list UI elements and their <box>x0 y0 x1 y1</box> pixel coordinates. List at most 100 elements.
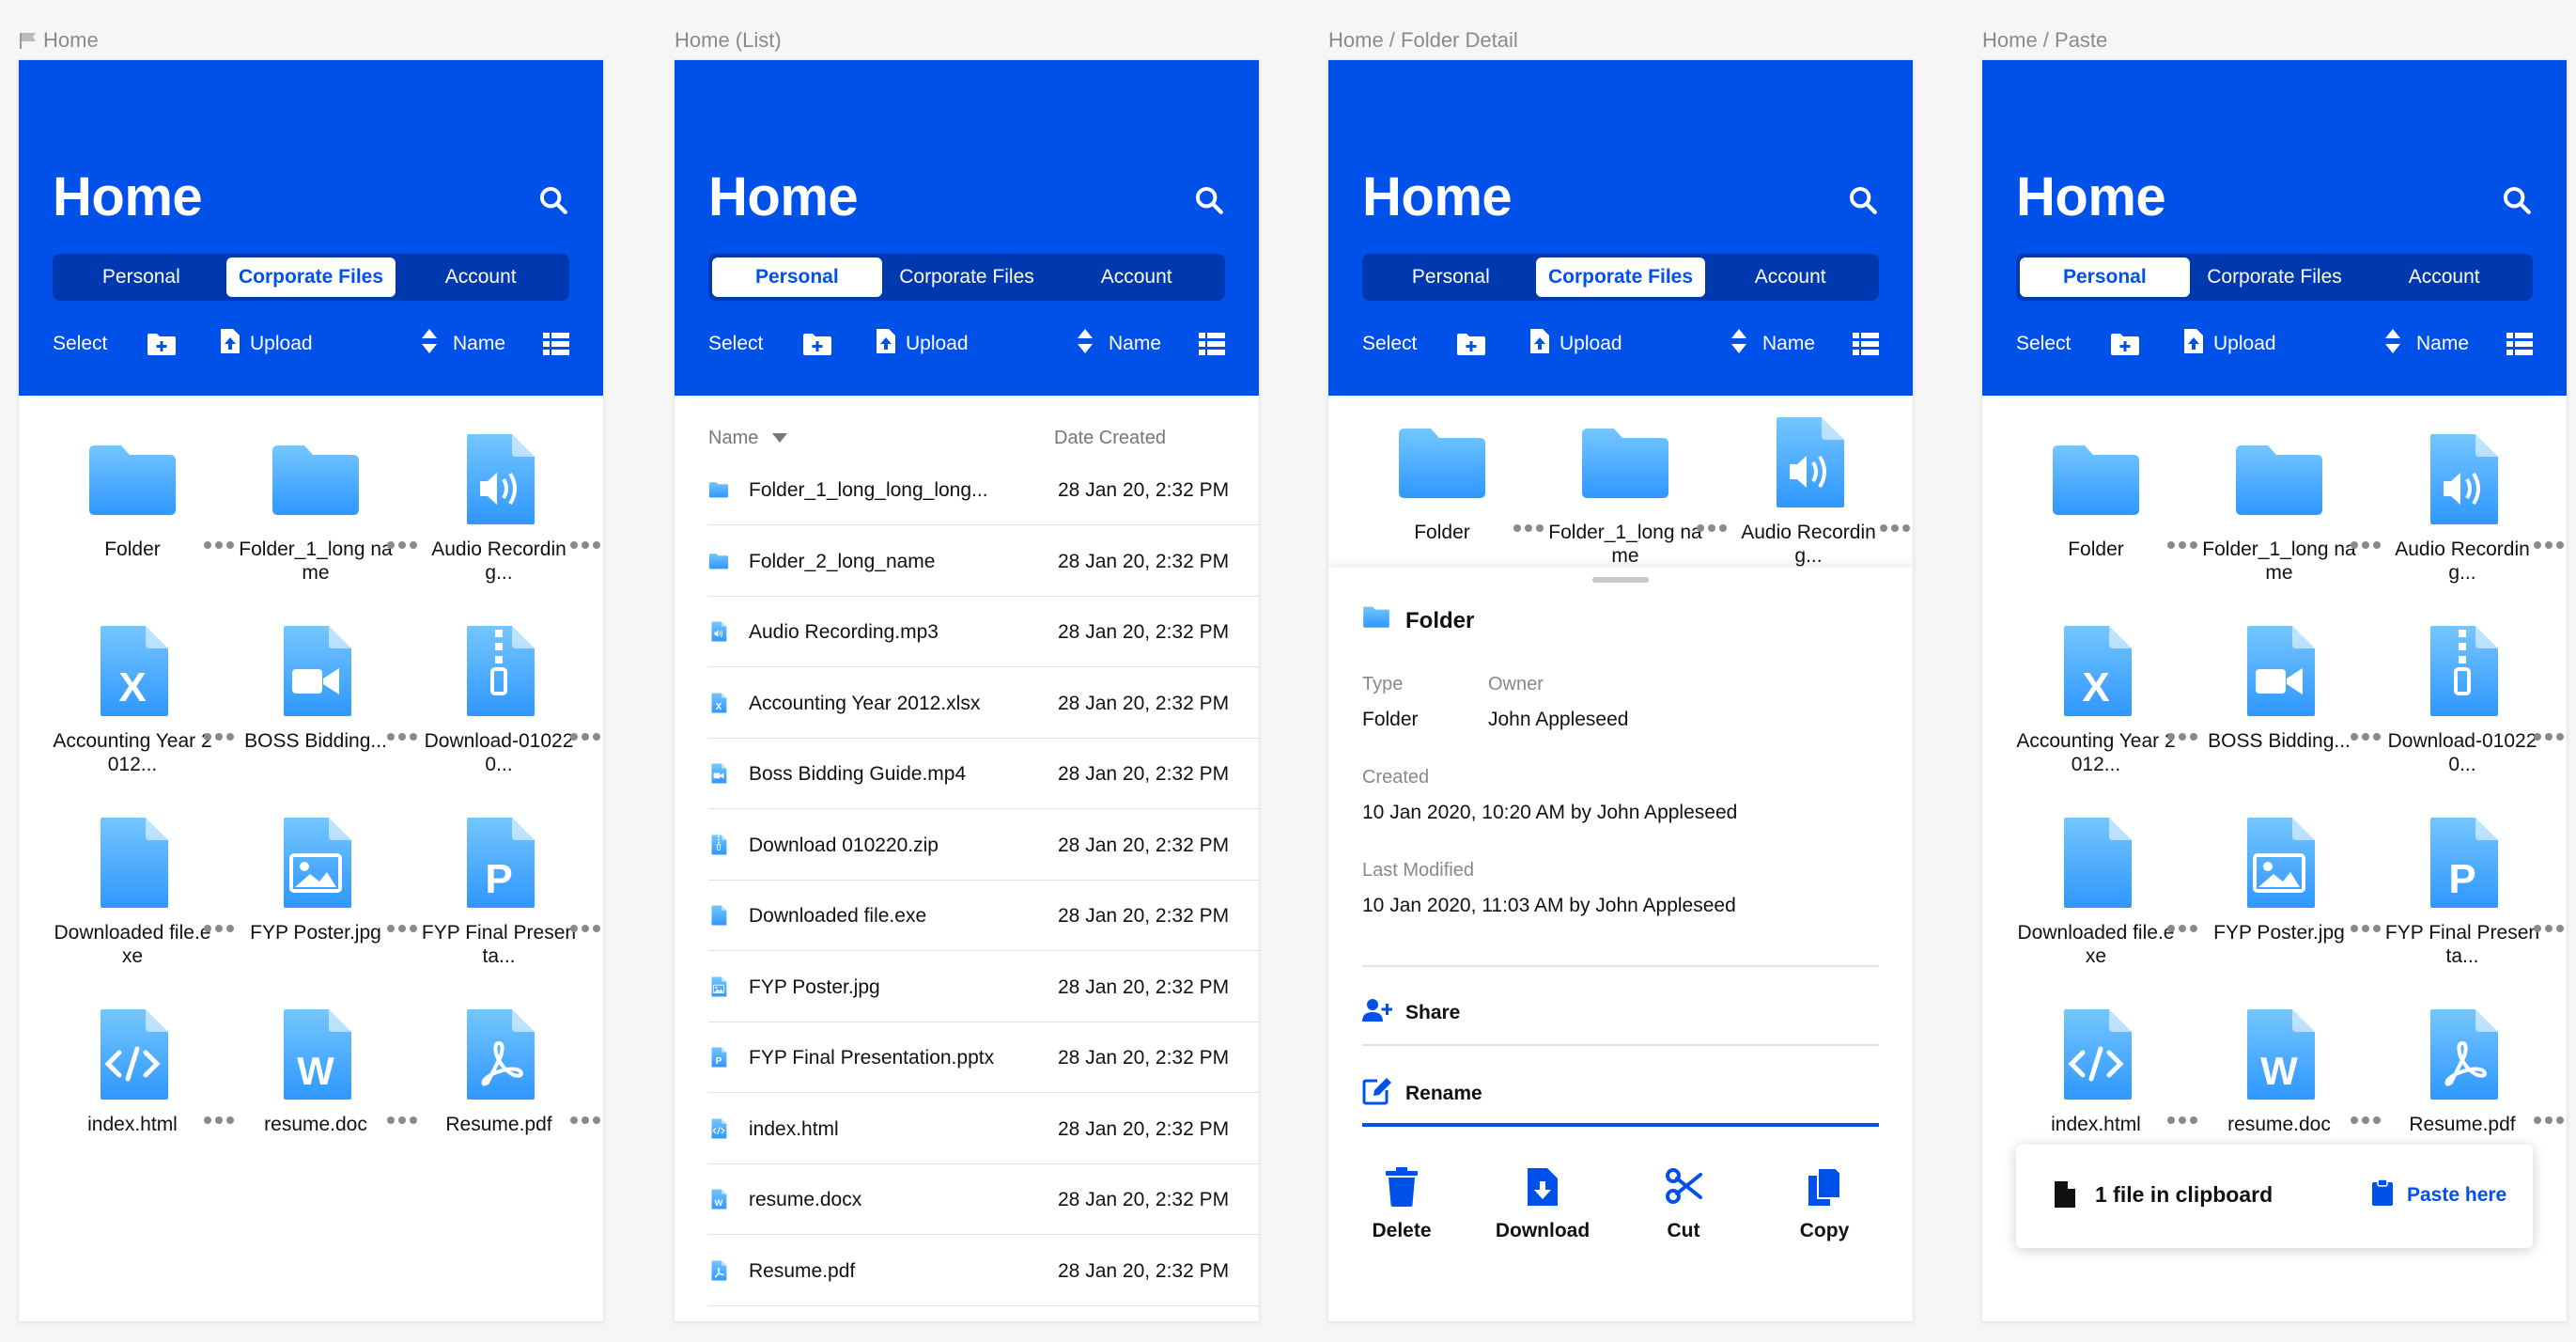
list-item[interactable]: Audio Recording.mp3 28 Jan 20, 2:32 PM <box>708 597 1259 667</box>
list-item[interactable]: P FYP Final Presentation.pptx 28 Jan 20, 2… <box>708 1022 1259 1093</box>
tab-corporate-files[interactable]: Corporate Files <box>225 257 396 297</box>
file-tile[interactable]: BOSS Bidding... <box>226 624 417 812</box>
more-icon[interactable] <box>569 538 603 561</box>
file-tile[interactable]: Download-010220... <box>410 624 600 812</box>
search-icon[interactable] <box>1847 184 1879 216</box>
tab-corporate-files[interactable]: Corporate Files <box>1535 257 1706 297</box>
list-item[interactable]: Folder_2_long_name 28 Jan 20, 2:32 PM <box>708 526 1259 597</box>
list-item[interactable]: Boss Bidding Guide.mp4 28 Jan 20, 2:32 PM <box>708 739 1259 809</box>
tab-personal[interactable]: Personal <box>56 257 226 297</box>
file-tile[interactable]: X Accounting Year 2012... <box>2007 624 2197 812</box>
file-tile[interactable]: BOSS Bidding... <box>2190 624 2381 812</box>
copy-button[interactable]: Copy <box>1768 1154 1881 1242</box>
cut-button[interactable]: Cut <box>1627 1154 1740 1242</box>
rename-button[interactable]: Rename <box>1362 1077 1482 1111</box>
file-tile[interactable]: FYP Poster.jpg <box>2190 816 2381 1004</box>
list-view-icon[interactable] <box>2506 325 2533 363</box>
upload-button[interactable]: Upload <box>2183 325 2276 363</box>
folder-plus-icon[interactable] <box>147 325 177 363</box>
select-button[interactable]: Select <box>2016 325 2071 363</box>
file-name: index.html <box>2051 1114 2141 1135</box>
sort-button[interactable]: Name <box>1077 325 1161 363</box>
list-item[interactable]: Folder_1_long_long_long... 28 Jan 20, 2:3… <box>708 455 1259 525</box>
folder-plus-icon[interactable] <box>2110 325 2140 363</box>
file-tile[interactable]: Folder <box>2007 432 2197 620</box>
tab-account[interactable]: Account <box>2359 257 2529 297</box>
search-icon[interactable] <box>537 184 569 216</box>
list-view-icon[interactable] <box>543 325 569 363</box>
sort-by-name[interactable]: Name <box>708 428 788 449</box>
upload-button[interactable]: Upload <box>220 325 313 363</box>
file-tile[interactable]: Folder_1_long name <box>226 432 417 620</box>
tab-personal[interactable]: Personal <box>712 257 882 297</box>
download-button[interactable]: Download <box>1486 1154 1599 1242</box>
toolbar: Select Upload Name <box>708 325 1225 363</box>
file-tile[interactable]: FYP Poster.jpg <box>226 816 417 1004</box>
delete-button[interactable]: Delete <box>1345 1154 1458 1242</box>
more-icon[interactable] <box>2533 921 2567 944</box>
tab-account[interactable]: Account <box>396 257 566 297</box>
list-item-date: 28 Jan 20, 2:32 PM <box>1058 550 1230 572</box>
tab-personal[interactable]: Personal <box>1366 257 1536 297</box>
tab-account[interactable]: Account <box>1051 257 1221 297</box>
sheet-drag-handle[interactable] <box>1592 577 1649 583</box>
file-tile[interactable]: Downloaded file.exe <box>43 816 234 1004</box>
list-item[interactable]: Downloaded file.exe 28 Jan 20, 2:32 PM <box>708 881 1259 951</box>
file-tile[interactable]: X Accounting Year 2012... <box>43 624 234 812</box>
share-button[interactable]: Share <box>1362 998 1460 1028</box>
file-tile[interactable]: Wresume.doc <box>226 1007 417 1195</box>
list-view-icon[interactable] <box>1199 325 1225 363</box>
more-icon[interactable] <box>569 921 603 944</box>
file-tile[interactable]: P FYP Final Presenta... <box>410 816 600 1004</box>
date-column-label[interactable]: Date Created <box>1054 428 1166 449</box>
sort-button[interactable]: Name <box>2384 325 2469 363</box>
folder-plus-icon[interactable] <box>1456 325 1486 363</box>
list-item[interactable]: Download 010220.zip 28 Jan 20, 2:32 PM <box>708 810 1259 881</box>
list-item[interactable]: index.html 28 Jan 20, 2:32 PM <box>708 1094 1259 1164</box>
toolbar: Select Upload Name <box>53 325 569 363</box>
sort-button[interactable]: Name <box>421 325 505 363</box>
tab-account[interactable]: Account <box>1705 257 1875 297</box>
more-icon[interactable] <box>2533 1113 2567 1136</box>
tab-corporate-files[interactable]: Corporate Files <box>882 257 1052 297</box>
file-tile[interactable]: Folder_1_long name <box>2190 432 2381 620</box>
list-item[interactable]: Wresume.docx 28 Jan 20, 2:32 PM <box>708 1164 1259 1235</box>
file-tile[interactable]: Folder <box>43 432 234 620</box>
list-item-date: 28 Jan 20, 2:32 PM <box>1058 1047 1230 1069</box>
folder-file-icon <box>269 432 363 526</box>
upload-button[interactable]: Upload <box>1529 325 1622 363</box>
more-icon[interactable] <box>569 1113 603 1136</box>
list-item[interactable]: Resume.pdf 28 Jan 20, 2:32 PM <box>708 1236 1259 1306</box>
folder-plus-icon[interactable] <box>802 325 832 363</box>
file-tile[interactable]: index.html <box>43 1007 234 1195</box>
search-icon[interactable] <box>2501 184 2533 216</box>
file-tile[interactable]: Download-010220... <box>2373 624 2564 812</box>
search-icon[interactable] <box>1193 184 1225 216</box>
edit-icon <box>1362 1077 1405 1111</box>
folder-file-icon <box>85 432 179 526</box>
list-item[interactable]: FYP Poster.jpg 28 Jan 20, 2:32 PM <box>708 952 1259 1022</box>
file-tile[interactable]: Downloaded file.exe <box>2007 816 2197 1004</box>
list-view-icon[interactable] <box>1853 325 1879 363</box>
more-icon[interactable] <box>2533 538 2567 561</box>
list-item[interactable]: X Accounting Year 2012.xlsx 28 Jan 20, 2:3… <box>708 668 1259 739</box>
list-item-name: Downloaded file.exe <box>749 905 927 927</box>
file-tile[interactable]: Resume.pdf <box>410 1007 600 1195</box>
tab-personal[interactable]: Personal <box>2020 257 2190 297</box>
sort-button[interactable]: Name <box>1730 325 1815 363</box>
more-icon[interactable] <box>1879 521 1913 544</box>
file-tile[interactable]: Audio Recording... <box>2373 432 2564 620</box>
select-button[interactable]: Select <box>1362 325 1417 363</box>
scissors-icon <box>1627 1167 1740 1207</box>
file-tile[interactable]: Audio Recording... <box>410 432 600 620</box>
paste-here-button[interactable]: Paste here <box>2371 1178 2506 1212</box>
file-tile[interactable]: P FYP Final Presenta... <box>2373 816 2564 1004</box>
divider <box>1362 965 1879 967</box>
tab-corporate-files[interactable]: Corporate Files <box>2190 257 2360 297</box>
select-button[interactable]: Select <box>53 325 107 363</box>
file-name: Audio Recording... <box>2395 538 2530 584</box>
upload-button[interactable]: Upload <box>876 325 969 363</box>
select-button[interactable]: Select <box>708 325 763 363</box>
more-icon[interactable] <box>2533 729 2567 753</box>
more-icon[interactable] <box>569 729 603 753</box>
